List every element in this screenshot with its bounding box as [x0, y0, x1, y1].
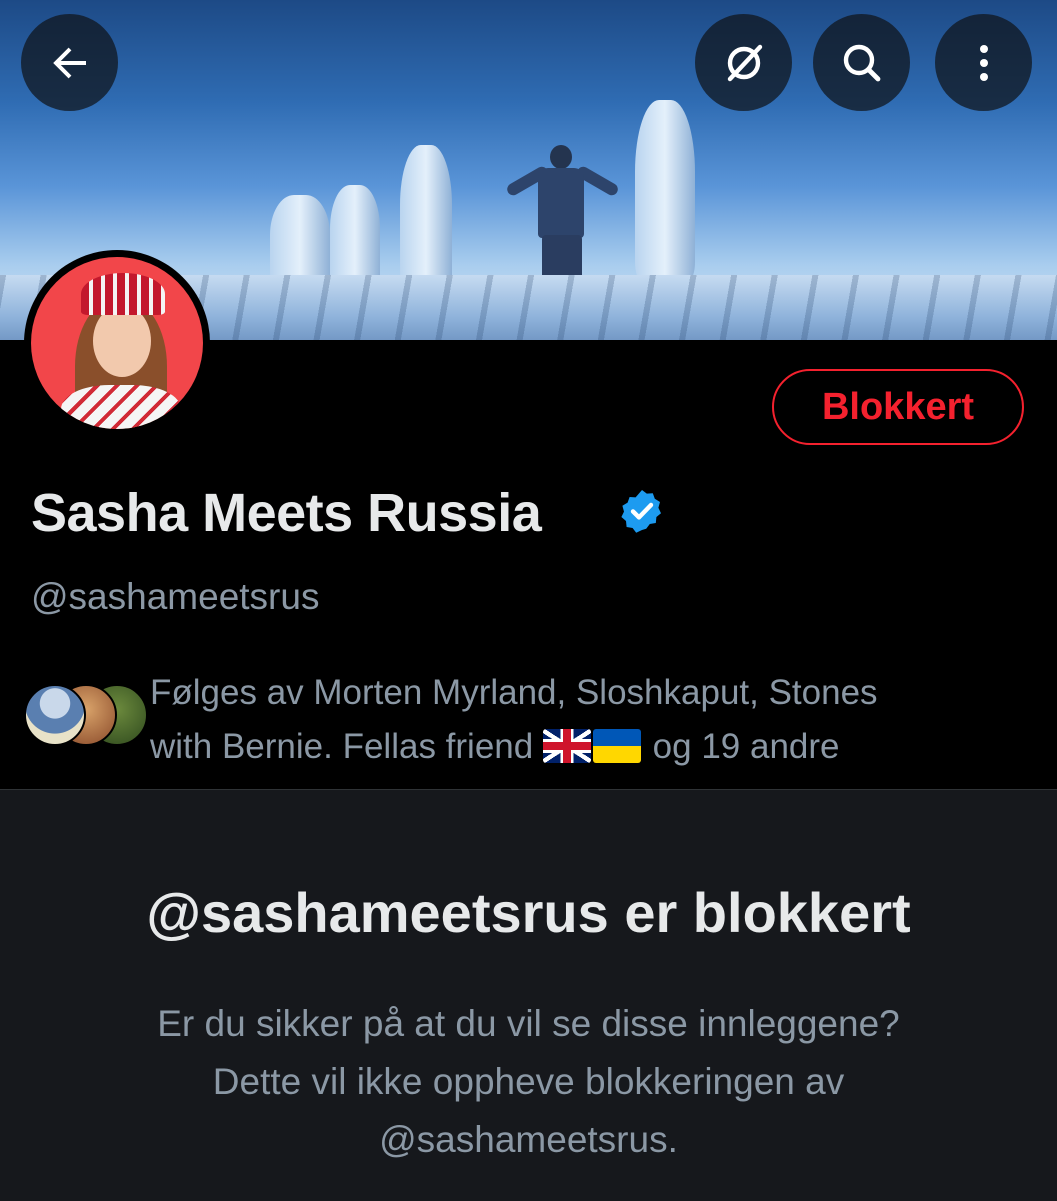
arrow-left-icon: [52, 47, 86, 78]
slashed-circle-icon: [727, 44, 762, 81]
verified-badge-icon[interactable]: [618, 487, 666, 535]
follower-avatar: [24, 684, 86, 746]
profile-avatar[interactable]: [24, 250, 210, 436]
back-button[interactable]: [21, 14, 118, 111]
ukraine-flag-icon: [592, 729, 641, 763]
banner-rock: [635, 100, 695, 280]
banner-rock: [400, 145, 452, 295]
search-icon: [843, 44, 880, 81]
more-button[interactable]: [935, 14, 1032, 111]
blocked-notice-line1: Er du sikker på at du vil se disse innle…: [157, 1003, 900, 1044]
profile-handle: @sashameetsrus: [31, 576, 320, 617]
display-name: Sasha Meets Russia: [31, 483, 542, 543]
followers-avatars[interactable]: [24, 684, 148, 746]
followed-by-line2a: with Bernie. Fellas friend: [150, 727, 543, 766]
followed-by-text[interactable]: Følges av Morten Myrland, Sloshkaput, St…: [150, 666, 1030, 774]
followed-by-line1: Følges av Morten Myrland, Sloshkaput, St…: [150, 673, 878, 712]
followed-by-line2b: og 19 andre: [642, 727, 840, 766]
uk-flag-icon: [542, 729, 591, 763]
blocked-notice-line2: Dette vil ikke oppheve blokkeringen av: [212, 1061, 845, 1102]
grok-button[interactable]: [695, 14, 792, 111]
blocked-button[interactable]: Blokkert: [772, 369, 1024, 445]
blocked-notice-description: Er du sikker på at du vil se disse innle…: [60, 995, 997, 1169]
blocked-notice-title: @sashameetsrus er blokkert: [146, 881, 911, 944]
blocked-notice-line3: @sashameetsrus.: [379, 1119, 678, 1160]
more-vertical-icon: [979, 44, 988, 81]
search-button[interactable]: [813, 14, 910, 111]
